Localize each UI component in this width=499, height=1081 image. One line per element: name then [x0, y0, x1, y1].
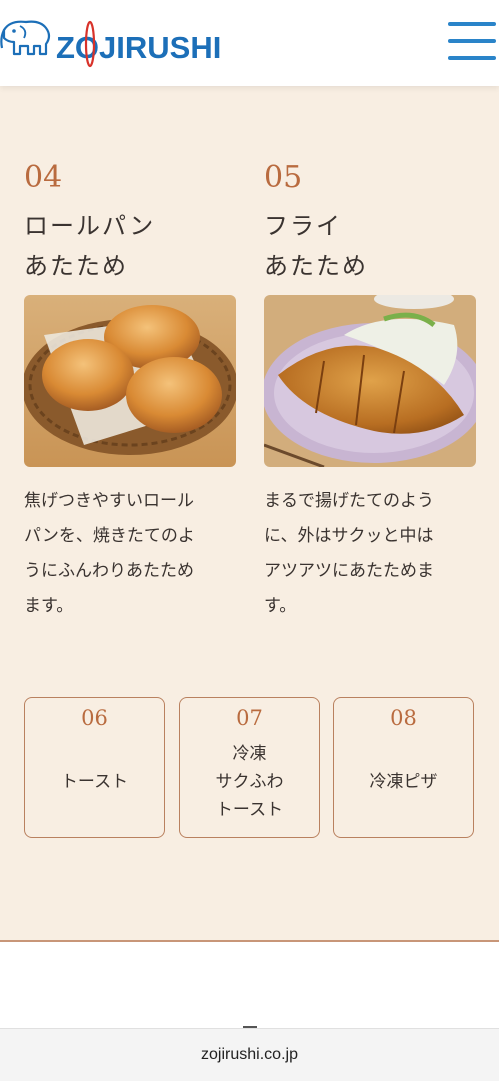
card-number: 06	[81, 706, 108, 730]
feature-number: 04	[24, 160, 63, 195]
mode-card-07[interactable]: 07 冷凍 サクふわ トースト	[179, 697, 320, 838]
lower-section	[0, 942, 499, 1032]
logo-wordmark: ZOJIRUSHI	[56, 30, 222, 65]
zojirushi-logo[interactable]: ZOJIRUSHI	[0, 16, 221, 68]
rolls-photo	[24, 295, 236, 467]
description-line: ます。	[24, 596, 74, 616]
card-label: 冷凍 サクふわ トースト	[180, 740, 319, 824]
feature-number: 05	[264, 160, 303, 195]
url-text[interactable]: zojirushi.co.jp	[0, 1046, 499, 1064]
description-line: パンを、焼きたてのよ	[24, 526, 195, 546]
feature-description: まるで揚げたてのよう に、外はサクッと中は アツアツにあたためま す。	[264, 484, 476, 624]
description-line: に、外はサクッと中は	[264, 526, 434, 546]
card-label-line: トースト	[215, 800, 284, 820]
fried-cutlet-photo	[264, 295, 476, 467]
feature-title: フライ	[264, 212, 342, 240]
card-label-line: 冷凍	[232, 744, 267, 764]
feature-title: あたため	[24, 252, 128, 280]
mode-card-06[interactable]: 06 トースト	[24, 697, 165, 838]
description-line: アツアツにあたためま	[264, 561, 434, 581]
description-line: うにふんわりあたため	[24, 561, 194, 581]
card-number: 07	[236, 706, 263, 730]
hamburger-menu-icon[interactable]	[446, 20, 498, 64]
elephant-logo-icon	[0, 20, 51, 56]
description-line: す。	[264, 596, 297, 616]
card-number: 08	[390, 706, 417, 730]
feature-title: あたため	[264, 252, 368, 280]
feature-description: 焦げつきやすいロール パンを、焼きたてのよ うにふんわりあたため ます。	[24, 484, 236, 624]
feature-title: ロールパン	[24, 212, 156, 240]
card-label-line: 冷凍ピザ	[369, 772, 438, 792]
card-label: トースト	[25, 768, 164, 796]
browser-address-bar[interactable]: zojirushi.co.jp	[0, 1028, 499, 1081]
description-line: まるで揚げたてのよう	[264, 491, 434, 511]
site-header: ZOJIRUSHI	[0, 0, 499, 86]
card-label: 冷凍ピザ	[334, 768, 473, 796]
card-label-line: サクふわ	[215, 772, 284, 792]
card-label-line: トースト	[60, 772, 129, 792]
description-line: 焦げつきやすいロール	[24, 491, 194, 511]
feature-section: 04 ロールパン あたため 焦げつきやすいロール パンを、焼きたてのよ うにふん…	[0, 86, 499, 942]
mode-card-08[interactable]: 08 冷凍ピザ	[333, 697, 474, 838]
